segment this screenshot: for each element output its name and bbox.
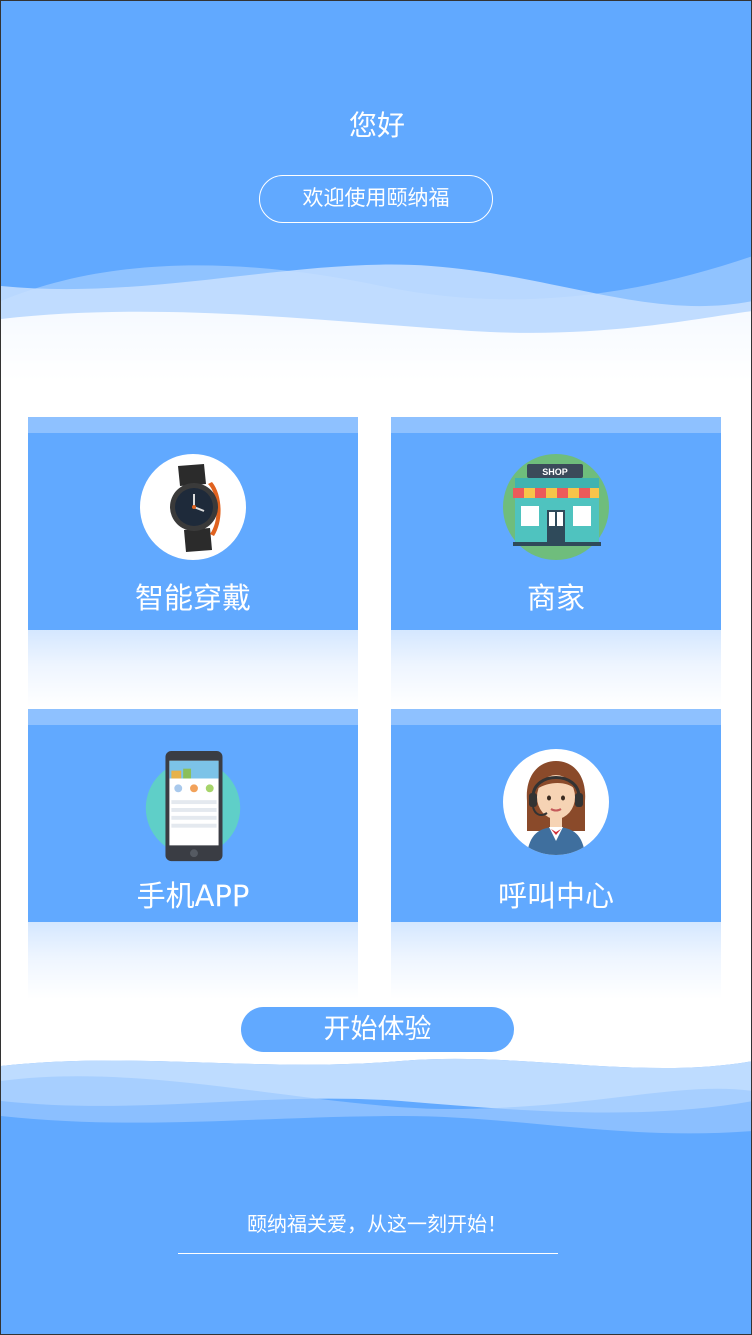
tile-label: 智能穿戴	[134, 581, 251, 615]
tile-merchant[interactable]: SHOP 商家	[391, 417, 721, 707]
tile-top-edge	[28, 417, 358, 433]
footer-divider	[178, 1253, 558, 1254]
call-center-agent-icon	[503, 749, 609, 855]
tile-call-center[interactable]: 呼叫中心	[391, 709, 721, 999]
smartwatch-icon	[140, 454, 246, 560]
tile-reflection	[28, 630, 358, 707]
welcome-badge: 欢迎使用颐纳福	[259, 175, 493, 223]
bottom-wave-background	[1, 1021, 751, 1334]
shop-icon: SHOP	[503, 454, 609, 560]
app-screen: 您好 欢迎使用颐纳福 智能穿戴 SHOP 商家 手机APP 呼叫中心 开始体验 …	[0, 0, 752, 1335]
tile-reflection	[391, 630, 721, 707]
tile-label: 手机APP	[136, 879, 250, 913]
svg-text:SHOP: SHOP	[542, 467, 568, 477]
tile-label: 商家	[526, 581, 585, 615]
mobile-app-icon	[145, 750, 241, 862]
tile-reflection	[28, 922, 358, 999]
tile-smart-wearable[interactable]: 智能穿戴	[28, 417, 358, 707]
tile-mobile-app[interactable]: 手机APP	[28, 709, 358, 999]
start-experience-button[interactable]: 开始体验	[241, 1007, 514, 1052]
tile-label: 呼叫中心	[497, 879, 614, 913]
tile-top-edge	[391, 417, 721, 433]
greeting-title: 您好	[348, 109, 405, 142]
tile-reflection	[391, 922, 721, 999]
tile-top-edge	[28, 709, 358, 725]
footer-slogan: 颐纳福关爱，从这一刻开始！	[247, 1212, 507, 1236]
tile-top-edge	[391, 709, 721, 725]
